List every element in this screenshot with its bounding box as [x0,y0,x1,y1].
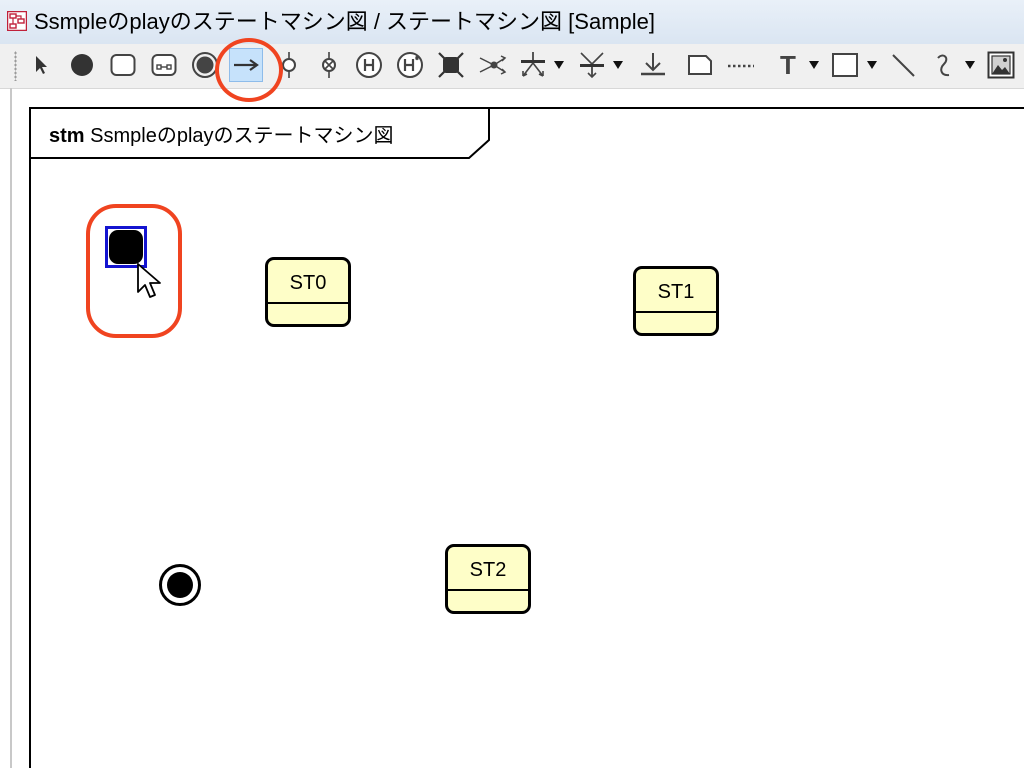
final-state[interactable] [158,563,202,607]
frame-title: stm Ssmpleのplayのステートマシン図 [49,124,394,148]
chevron-down-icon [554,61,564,69]
chevron-down-icon [809,61,819,69]
state-st0[interactable]: ST0 [265,257,351,327]
rounded-rect-icon [110,54,136,76]
note-tool-button[interactable] [683,48,717,82]
select-tool-button[interactable] [24,48,58,82]
frame-keyword: stm [49,125,85,147]
exit-point-icon [322,52,336,78]
toolbar-grip[interactable] [14,51,17,81]
junction-tool-button[interactable] [475,48,509,82]
state-compartment-divider [636,311,716,313]
text-t-icon: T [780,49,796,80]
fork-icon [521,52,545,77]
deep-history-icon [397,52,423,78]
initial-pseudostate-tool-button[interactable] [65,48,99,82]
state-machine-diagram-icon [7,11,27,31]
window-title: Ssmpleのplayのステートマシン図 / ステートマシン図 [Sample] [34,9,655,34]
note-anchor-tool-button[interactable] [724,48,758,82]
final-state-tool-button[interactable] [188,48,222,82]
window-left-border [10,88,12,768]
diagram-frame[interactable] [29,107,1024,768]
right-arrow-icon [234,59,259,71]
arrow-pointer-icon [36,56,47,74]
state-name: ST2 [469,559,507,581]
chevron-down-icon [867,61,877,69]
text-dropdown-button[interactable] [808,48,820,82]
exit-point-tool-button[interactable] [312,48,346,82]
note-icon [688,55,712,75]
freehand-tool-button[interactable] [927,48,961,82]
submachine-state-icon [151,54,177,76]
chevron-down-icon [965,61,975,69]
state-name: ST1 [657,281,695,303]
text-tool-button[interactable]: T [771,48,805,82]
state-tool-button[interactable] [106,48,140,82]
junction-icon [479,55,507,75]
terminate-tool-button[interactable] [434,48,468,82]
join-tool-button[interactable] [575,48,609,82]
terminate-x-icon [438,52,464,78]
initial-pseudostate-dot [109,230,143,264]
history-h-icon [356,52,382,78]
state-st1[interactable]: ST1 [633,266,719,336]
dotted-line-icon [728,64,754,68]
rectangle-dropdown-button[interactable] [866,48,878,82]
title-bar: Ssmpleのplayのステートマシン図 / ステートマシン図 [Sample] [0,0,1024,45]
frame-name: Ssmpleのplayのステートマシン図 [90,125,394,147]
rectangle-tool-button[interactable] [828,48,862,82]
filled-circle-icon [71,54,93,76]
bullseye-icon [159,564,201,606]
bullseye-icon [192,52,218,78]
initial-pseudostate[interactable] [105,226,147,268]
diagram-toolbar: T [0,44,1024,89]
transition-tool-button[interactable] [229,48,263,82]
chevron-down-icon [613,61,623,69]
shallow-history-tool-button[interactable] [352,48,386,82]
choice-icon [641,53,665,76]
freehand-icon [937,54,950,77]
app-window: Ssmpleのplayのステートマシン図 / ステートマシン図 [Sample] [0,0,1024,768]
fork-tool-button[interactable] [516,48,550,82]
state-name: ST0 [289,272,327,294]
rectangle-icon [832,53,858,77]
freehand-dropdown-button[interactable] [964,48,976,82]
image-tool-button[interactable] [984,48,1018,82]
deep-history-tool-button[interactable] [393,48,427,82]
state-st2[interactable]: ST2 [445,544,531,614]
line-icon [892,54,915,77]
join-icon [580,52,604,79]
join-dropdown-button[interactable] [612,48,624,82]
state-compartment-divider [448,589,528,591]
fork-dropdown-button[interactable] [553,48,565,82]
entry-point-icon [282,52,296,78]
image-icon [987,51,1015,79]
line-tool-button[interactable] [886,48,920,82]
choice-tool-button[interactable] [636,48,670,82]
state-compartment-divider [268,302,348,304]
submachine-state-tool-button[interactable] [147,48,181,82]
entry-point-tool-button[interactable] [272,48,306,82]
